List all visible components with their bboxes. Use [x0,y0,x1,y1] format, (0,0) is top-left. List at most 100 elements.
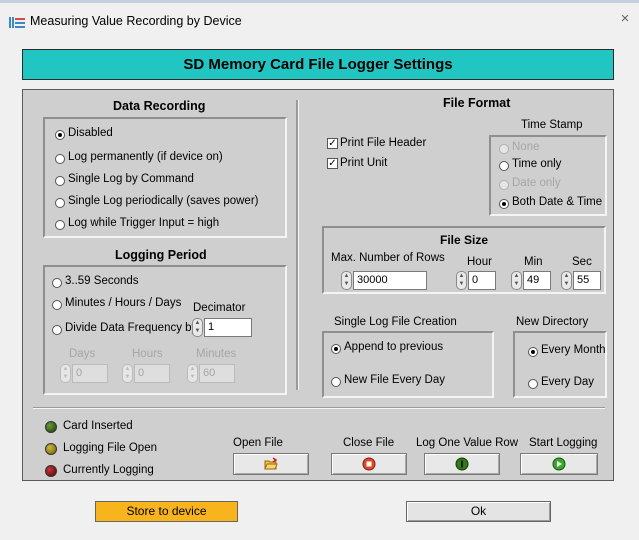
close-icon[interactable]: × [616,10,634,28]
open-file-button[interactable] [233,453,309,475]
minutes-input[interactable]: 60 [199,364,235,383]
radio-button[interactable] [52,325,62,335]
log-one-value-row-button[interactable] [424,453,500,475]
horizontal-divider [33,407,605,409]
currently-logging-label: Currently Logging [63,464,154,476]
hours-label: Hours [132,348,163,360]
play-icon [552,457,566,471]
radio-label: Every Day [541,376,595,388]
radio-button[interactable] [55,176,65,186]
file-size-title: File Size [440,233,489,247]
radio-button[interactable] [55,154,65,164]
hour-input[interactable]: 0 [468,271,496,290]
open-file-label: Open File [233,437,283,449]
checkbox-label: Print Unit [340,157,388,169]
stop-icon [362,457,376,471]
radio-label: Log permanently (if device on) [68,151,223,163]
radio-label: Both Date & Time [512,196,603,208]
radio-label: Single Log by Command [68,173,194,185]
min-input[interactable]: 49 [523,271,551,290]
file-format-title: File Format [443,96,511,110]
minutes-spinner[interactable]: ▲ ▼ 60 [187,364,235,383]
decimator-input[interactable]: 1 [204,318,252,337]
logging-file-open-led-icon [45,443,57,455]
checkbox[interactable]: ✓ [327,138,338,149]
start-logging-label: Start Logging [529,437,598,449]
sec-spinner[interactable]: ▲ ▼ 55 [561,271,601,290]
radio-button[interactable] [499,180,509,190]
radio-label: Disabled [68,127,113,139]
single-log-title: Single Log File Creation [334,316,457,328]
max-rows-input[interactable]: 30000 [353,271,427,290]
ok-button[interactable]: Ok [406,501,551,522]
spinner-arrows-icon[interactable]: ▲ ▼ [341,271,352,290]
days-label: Days [69,348,96,360]
radio-button[interactable] [331,344,341,354]
data-recording-title: Data Recording [113,99,206,113]
spinner-arrows-icon[interactable]: ▲ ▼ [60,364,71,383]
radio-button[interactable] [52,278,62,288]
radio-button[interactable] [55,198,65,208]
radio-button[interactable] [499,161,509,171]
max-rows-spinner[interactable]: ▲ ▼ 30000 [341,271,427,290]
radio-button[interactable] [55,220,65,230]
days-input[interactable]: 0 [72,364,108,383]
radio-button[interactable] [331,377,341,387]
close-file-label: Close File [343,437,395,449]
start-logging-button[interactable] [520,453,598,475]
radio-button[interactable] [55,130,65,140]
spinner-arrows-icon[interactable]: ▲ ▼ [511,271,522,290]
sec-input[interactable]: 55 [573,271,601,290]
settings-banner: SD Memory Card File Logger Settings [22,49,614,80]
radio-label: Every Month [541,344,606,356]
radio-button[interactable] [528,347,538,357]
radio-label: New File Every Day [344,374,445,386]
card-inserted-led-icon [45,421,57,433]
store-to-device-button[interactable]: Store to device [95,501,238,522]
max-rows-label: Max. Number of Rows [331,252,445,264]
close-file-button[interactable] [331,453,407,475]
days-spinner[interactable]: ▲ ▼ 0 [60,364,108,383]
app-icon [9,17,25,28]
spinner-arrows-icon[interactable]: ▲ ▼ [192,318,203,337]
log-one-value-row-label: Log One Value Row [416,437,519,449]
top-edge [0,0,639,3]
vertical-divider [296,100,299,390]
radio-label: Date only [512,177,561,189]
checkbox[interactable]: ✓ [327,158,338,169]
spinner-arrows-icon[interactable]: ▲ ▼ [187,364,198,383]
radio-button[interactable] [499,199,509,209]
spinner-arrows-icon[interactable]: ▲ ▼ [122,364,133,383]
radio-label: 3..59 Seconds [65,275,139,287]
min-label: Min [524,256,543,268]
radio-label: Single Log periodically (saves power) [68,195,259,207]
spinner-arrows-icon[interactable]: ▲ ▼ [561,271,572,290]
hour-spinner[interactable]: ▲ ▼ 0 [456,271,496,290]
radio-button[interactable] [52,300,62,310]
sec-label: Sec [572,256,592,268]
hours-input[interactable]: 0 [134,364,170,383]
radio-button[interactable] [528,379,538,389]
hour-label: Hour [467,256,492,268]
logging-period-title: Logging Period [115,248,207,262]
hours-spinner[interactable]: ▲ ▼ 0 [122,364,170,383]
radio-label: None [512,141,540,153]
single-step-icon [455,457,469,471]
card-inserted-label: Card Inserted [63,420,133,432]
time-stamp-title: Time Stamp [521,119,583,131]
radio-label: Time only [512,158,562,170]
window-title: Measuring Value Recording by Device [30,14,242,28]
radio-button[interactable] [499,144,509,154]
radio-label: Minutes / Hours / Days [65,297,182,309]
decimator-label: Decimator [193,302,246,314]
radio-label: Divide Data Frequency by [65,322,198,334]
new-directory-title: New Directory [516,316,589,328]
decimator-spinner[interactable]: ▲ ▼ 1 [192,318,252,337]
open-folder-icon [264,457,278,470]
radio-label: Log while Trigger Input = high [68,217,220,229]
min-spinner[interactable]: ▲ ▼ 49 [511,271,551,290]
radio-label: Append to previous [344,341,444,353]
minutes-label: Minutes [196,348,237,360]
logging-file-open-label: Logging File Open [63,442,157,454]
spinner-arrows-icon[interactable]: ▲ ▼ [456,271,467,290]
